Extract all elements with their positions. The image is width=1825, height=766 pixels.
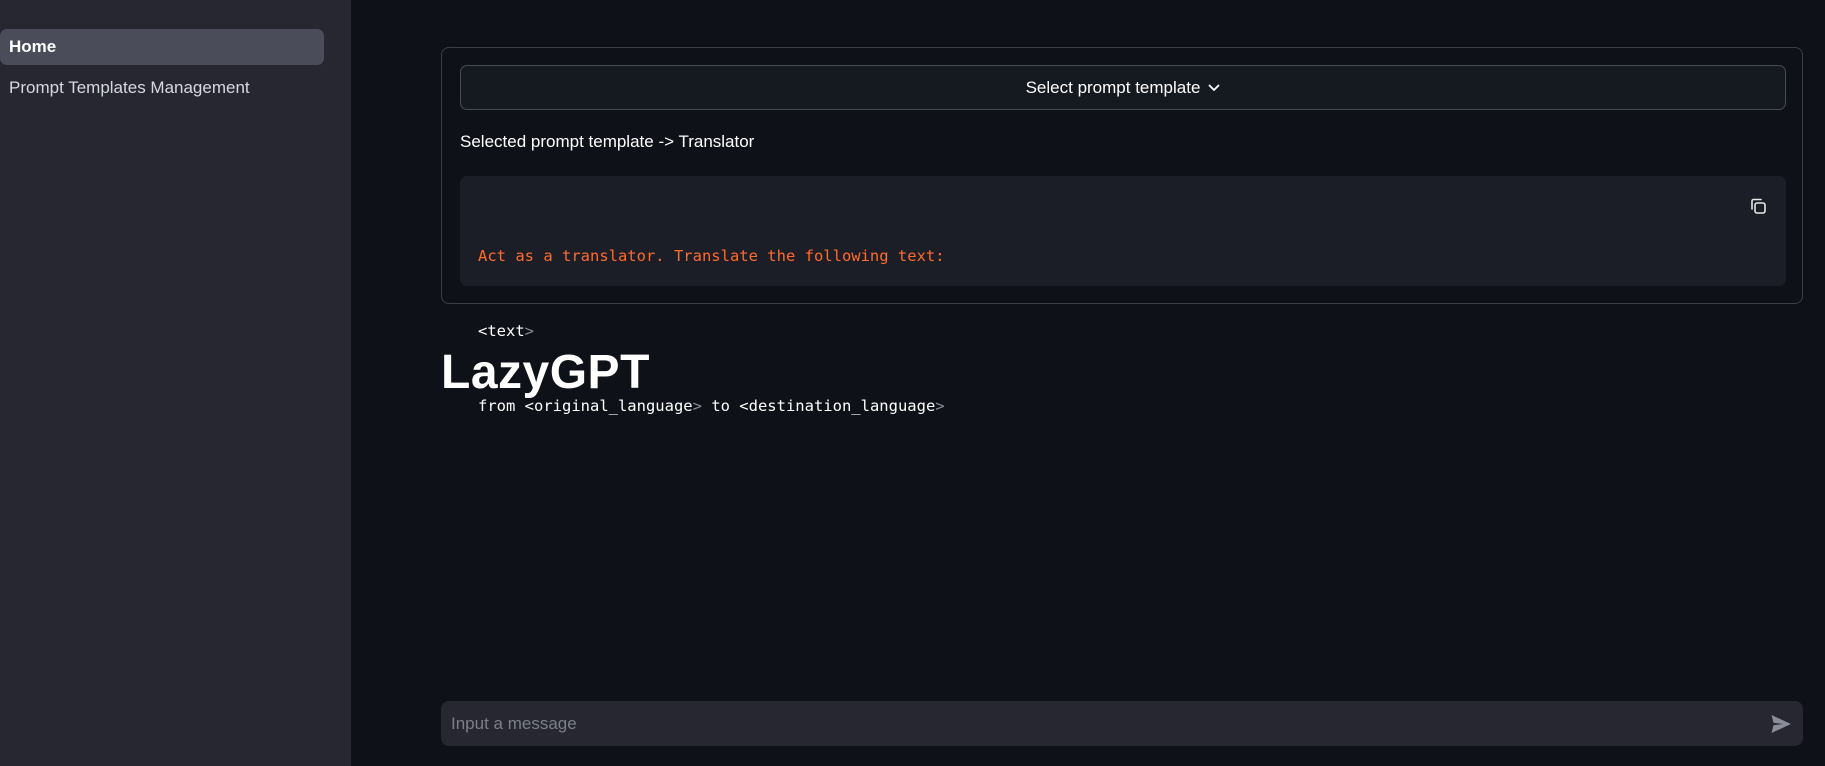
select-prompt-template-label: Select prompt template (1025, 77, 1201, 97)
chat-message-input[interactable] (441, 701, 1741, 746)
copy-icon[interactable] (1748, 196, 1770, 218)
code-line-3: from <original_language> to <destination… (478, 394, 1768, 419)
selected-template-text: Selected prompt template -> Translator (460, 132, 755, 151)
code-destination-close: > (935, 397, 945, 415)
page-title: LazyGPT (441, 346, 650, 399)
sidebar: Home Prompt Templates Management (0, 0, 351, 766)
select-prompt-template-button[interactable]: Select prompt template (460, 65, 1786, 110)
prompt-code-block: Act as a translator. Translate the follo… (460, 176, 1786, 415)
code-original-close: > (692, 397, 702, 415)
chat-input-bar (441, 701, 1803, 746)
sidebar-item-home[interactable]: Home (0, 29, 324, 65)
main-content: Select prompt template Selected prompt t… (441, 0, 1805, 766)
code-line-2: <text> (478, 319, 1768, 344)
chevron-down-icon (1209, 84, 1220, 91)
code-line-1: Act as a translator. Translate the follo… (478, 247, 945, 265)
code-text-close: > (524, 322, 535, 340)
code-destination-language: to <destination_language (701, 397, 936, 415)
sidebar-item-prompt-templates-management[interactable]: Prompt Templates Management (0, 70, 324, 106)
prompt-template-card: Select prompt template Selected prompt t… (441, 47, 1803, 415)
send-icon[interactable] (1769, 712, 1793, 736)
code-text-token: <text (478, 322, 525, 340)
